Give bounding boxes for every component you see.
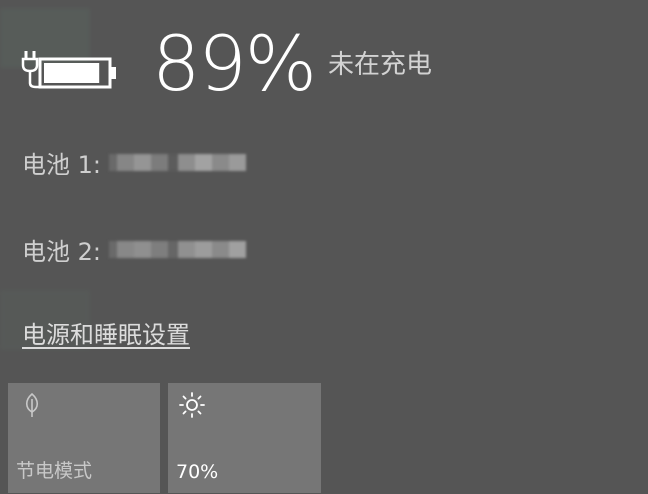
- power-sleep-settings-link[interactable]: 电源和睡眠设置: [22, 318, 190, 352]
- brightness-icon: [179, 392, 205, 418]
- battery-plugged-icon: [21, 51, 116, 89]
- brightness-label: 70%: [176, 461, 219, 483]
- battery-flyout: 89% 未在充电 电池 1: 电池 2: 电源和睡眠设置 节电模式 70%: [0, 0, 648, 494]
- brightness-tile[interactable]: 70%: [168, 383, 321, 493]
- battery-1-row: 电池 1:: [22, 145, 246, 180]
- battery-percentage: 89%: [152, 19, 317, 108]
- battery-2-row: 电池 2:: [22, 232, 246, 267]
- leaf-icon: [25, 392, 39, 417]
- redacted-value: [108, 234, 246, 266]
- battery-1-label: 电池 1:: [22, 151, 101, 179]
- redacted-value: [108, 147, 246, 179]
- charging-status: 未在充电: [328, 50, 433, 80]
- battery-header: [20, 28, 120, 108]
- battery-saver-tile[interactable]: 节电模式: [8, 383, 160, 493]
- battery-2-label: 电池 2:: [22, 238, 101, 266]
- battery-saver-label: 节电模式: [16, 460, 93, 482]
